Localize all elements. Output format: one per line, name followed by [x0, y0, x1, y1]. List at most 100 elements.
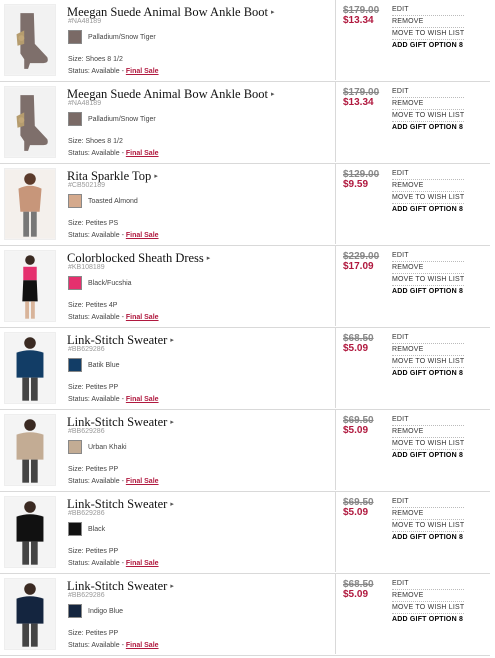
color-swatch	[68, 276, 82, 290]
status-label: Status: Available - Final Sale	[68, 478, 159, 485]
product-image[interactable]	[4, 496, 56, 568]
product-sku: #KB108189	[68, 264, 105, 271]
add-gift-option-link[interactable]: ADD GIFT OPTION 8	[392, 204, 464, 216]
remove-link[interactable]: REMOVE	[392, 16, 464, 28]
move-to-wishlist-link[interactable]: MOVE TO WISH LIST	[392, 520, 464, 532]
sale-price: $5.09	[343, 507, 369, 518]
color-swatch	[68, 194, 82, 208]
remove-link[interactable]: REMOVE	[392, 590, 464, 602]
product-image[interactable]	[4, 168, 56, 240]
size-label: Size: Petites PP	[68, 630, 119, 637]
size-label: Size: Petites 4P	[68, 302, 118, 309]
edit-link[interactable]: EDIT	[392, 4, 464, 16]
color-name: Urban Khaki	[88, 444, 127, 451]
product-image[interactable]	[4, 578, 56, 650]
remove-link[interactable]: REMOVE	[392, 426, 464, 438]
remove-link[interactable]: REMOVE	[392, 262, 464, 274]
chevron-right-icon: ▸	[170, 500, 174, 508]
final-sale-link[interactable]: Final Sale	[126, 68, 159, 75]
product-sku: #NA48189	[68, 100, 102, 107]
move-to-wishlist-link[interactable]: MOVE TO WISH LIST	[392, 438, 464, 450]
remove-link[interactable]: REMOVE	[392, 98, 464, 110]
cart-item-row: Link-Stitch Sweater ▸ #BB629286 Urban Kha…	[0, 410, 490, 492]
add-gift-option-link[interactable]: ADD GIFT OPTION 8	[392, 532, 464, 544]
add-gift-option-link[interactable]: ADD GIFT OPTION 8	[392, 368, 464, 380]
item-actions: EDIT REMOVE MOVE TO WISH LIST ADD GIFT O…	[392, 168, 464, 216]
color-swatch	[68, 112, 82, 126]
cart-item-row: Link-Stitch Sweater ▸ #BB629286 Indigo Bl…	[0, 574, 490, 656]
edit-link[interactable]: EDIT	[392, 414, 464, 426]
product-sku: #BB629286	[68, 510, 105, 517]
cart-item-row: Meegan Suede Animal Bow Ankle Boot ▸ #NA4…	[0, 82, 490, 164]
final-sale-link[interactable]: Final Sale	[126, 560, 159, 567]
cart-item-row: Link-Stitch Sweater ▸ #BB629286 Batik Blu…	[0, 328, 490, 410]
move-to-wishlist-link[interactable]: MOVE TO WISH LIST	[392, 110, 464, 122]
add-gift-option-link[interactable]: ADD GIFT OPTION 8	[392, 122, 464, 134]
remove-link[interactable]: REMOVE	[392, 508, 464, 520]
chevron-right-icon: ▸	[170, 418, 174, 426]
move-to-wishlist-link[interactable]: MOVE TO WISH LIST	[392, 602, 464, 614]
product-image[interactable]	[4, 250, 56, 322]
size-label: Size: Petites PP	[68, 384, 119, 391]
edit-link[interactable]: EDIT	[392, 496, 464, 508]
add-gift-option-link[interactable]: ADD GIFT OPTION 8	[392, 614, 464, 626]
color-swatch	[68, 30, 82, 44]
color-name: Batik Blue	[88, 362, 120, 369]
status-label: Status: Available - Final Sale	[68, 396, 159, 403]
status-label: Status: Available - Final Sale	[68, 68, 159, 75]
edit-link[interactable]: EDIT	[392, 86, 464, 98]
edit-link[interactable]: EDIT	[392, 332, 464, 344]
divider	[335, 410, 336, 490]
product-sku: #CB502189	[68, 182, 105, 189]
product-image[interactable]	[4, 4, 56, 76]
product-sku: #BB629286	[68, 428, 105, 435]
sale-price: $9.59	[343, 179, 369, 190]
cart-item-row: Link-Stitch Sweater ▸ #BB629286 Black Siz…	[0, 492, 490, 574]
edit-link[interactable]: EDIT	[392, 168, 464, 180]
final-sale-link[interactable]: Final Sale	[126, 150, 159, 157]
final-sale-link[interactable]: Final Sale	[126, 642, 159, 649]
move-to-wishlist-link[interactable]: MOVE TO WISH LIST	[392, 28, 464, 40]
color-swatch	[68, 522, 82, 536]
status-label: Status: Available - Final Sale	[68, 642, 159, 649]
divider	[335, 328, 336, 408]
status-label: Status: Available - Final Sale	[68, 150, 159, 157]
chevron-right-icon: ▸	[170, 582, 174, 590]
sale-price: $17.09	[343, 261, 374, 272]
edit-link[interactable]: EDIT	[392, 250, 464, 262]
edit-link[interactable]: EDIT	[392, 578, 464, 590]
product-image[interactable]	[4, 414, 56, 486]
final-sale-link[interactable]: Final Sale	[126, 478, 159, 485]
status-label: Status: Available - Final Sale	[68, 232, 159, 239]
chevron-right-icon: ▸	[271, 90, 275, 98]
color-name: Palladium/Snow Tiger	[88, 34, 156, 41]
divider	[335, 492, 336, 572]
status-label: Status: Available - Final Sale	[68, 314, 159, 321]
move-to-wishlist-link[interactable]: MOVE TO WISH LIST	[392, 192, 464, 204]
chevron-right-icon: ▸	[170, 336, 174, 344]
final-sale-link[interactable]: Final Sale	[126, 396, 159, 403]
item-actions: EDIT REMOVE MOVE TO WISH LIST ADD GIFT O…	[392, 332, 464, 380]
move-to-wishlist-link[interactable]: MOVE TO WISH LIST	[392, 274, 464, 286]
chevron-right-icon: ▸	[206, 254, 211, 262]
add-gift-option-link[interactable]: ADD GIFT OPTION 8	[392, 40, 464, 52]
sale-price: $5.09	[343, 589, 369, 600]
product-image[interactable]	[4, 86, 56, 158]
sale-price: $5.09	[343, 343, 369, 354]
move-to-wishlist-link[interactable]: MOVE TO WISH LIST	[392, 356, 464, 368]
final-sale-link[interactable]: Final Sale	[126, 232, 159, 239]
item-actions: EDIT REMOVE MOVE TO WISH LIST ADD GIFT O…	[392, 86, 464, 134]
add-gift-option-link[interactable]: ADD GIFT OPTION 8	[392, 450, 464, 462]
color-swatch	[68, 440, 82, 454]
item-actions: EDIT REMOVE MOVE TO WISH LIST ADD GIFT O…	[392, 250, 464, 298]
item-actions: EDIT REMOVE MOVE TO WISH LIST ADD GIFT O…	[392, 4, 464, 52]
add-gift-option-link[interactable]: ADD GIFT OPTION 8	[392, 286, 464, 298]
final-sale-link[interactable]: Final Sale	[126, 314, 159, 321]
product-image[interactable]	[4, 332, 56, 404]
chevron-right-icon: ▸	[154, 172, 158, 180]
cart-item-row: Meegan Suede Animal Bow Ankle Boot ▸ #NA4…	[0, 0, 490, 82]
color-name: Black/Fucshia	[88, 280, 132, 287]
remove-link[interactable]: REMOVE	[392, 344, 464, 356]
color-name: Indigo Blue	[88, 608, 124, 615]
remove-link[interactable]: REMOVE	[392, 180, 464, 192]
